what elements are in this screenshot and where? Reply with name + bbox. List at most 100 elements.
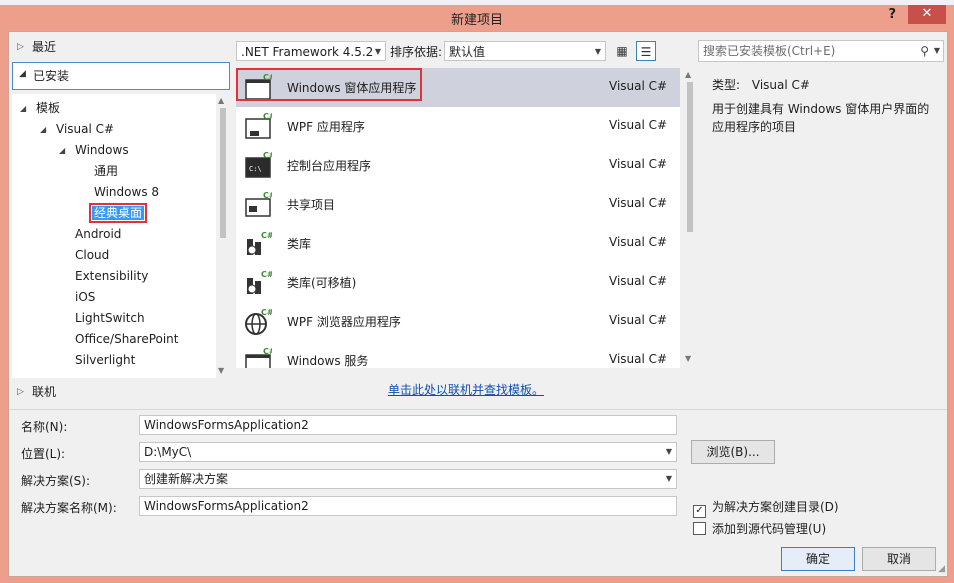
template-toolbar: .NET Framework 4.5.2 ▼ 排序依据: 默认值 ▼ ▦ ☰ 搜…: [236, 40, 944, 64]
browse-button[interactable]: 浏览(B)...: [691, 440, 775, 464]
shared-project-icon: C#: [245, 191, 272, 217]
window-title: 新建项目: [450, 13, 503, 28]
solution-dropdown[interactable]: 创建新解决方案 ▼: [139, 469, 677, 489]
framework-value: .NET Framework 4.5.2: [241, 45, 374, 59]
search-icon[interactable]: ⚲: [920, 41, 929, 61]
checkbox-unchecked-icon: [693, 522, 706, 535]
name-label: 名称(N):: [21, 420, 68, 434]
solution-name-field[interactable]: WindowsFormsApplication2: [139, 496, 677, 516]
template-item[interactable]: C# 共享项目 Visual C#: [236, 185, 680, 224]
template-item[interactable]: C# 类库 Visual C#: [236, 224, 680, 263]
sort-dropdown[interactable]: 默认值 ▼: [444, 41, 606, 61]
list-view-button[interactable]: ☰: [636, 41, 656, 61]
recent-node[interactable]: ▷ 最近: [9, 36, 231, 58]
template-language: Visual C#: [609, 157, 668, 171]
collapse-arrow-icon: ◢: [20, 104, 27, 113]
grid-view-icon: ▦: [616, 44, 628, 58]
installed-node[interactable]: ◢ 已安装: [12, 62, 230, 90]
template-tree: ◢ 模板 ◢ Visual C# ◢ Windows 通用 Windows 8 …: [12, 94, 216, 378]
tree-node-visual-csharp[interactable]: ◢ Visual C#: [40, 119, 114, 140]
chevron-down-icon[interactable]: ▼: [666, 470, 672, 488]
project-name-field[interactable]: WindowsFormsApplication2: [139, 415, 677, 435]
tree-node-android[interactable]: Android: [75, 224, 121, 245]
search-placeholder: 搜索已安装模板(Ctrl+E): [703, 44, 836, 58]
tree-node-templates[interactable]: ◢ 模板: [20, 98, 60, 119]
tree-node-classic-desktop[interactable]: 经典桌面: [88, 203, 148, 224]
search-input[interactable]: 搜索已安装模板(Ctrl+E) ⚲ ▼: [698, 40, 944, 62]
tree-node-extensibility[interactable]: Extensibility: [75, 266, 148, 287]
template-item[interactable]: C# WPF 应用程序 Visual C#: [236, 107, 680, 146]
installed-label: 已安装: [33, 69, 70, 83]
framework-dropdown[interactable]: .NET Framework 4.5.2 ▼: [236, 41, 386, 61]
template-name: WPF 浏览器应用程序: [287, 315, 401, 329]
tree-node-ios[interactable]: iOS: [75, 287, 95, 308]
list-view-icon: ☰: [640, 45, 652, 59]
chevron-down-icon[interactable]: ▼: [934, 41, 940, 61]
scroll-down-icon[interactable]: ▼: [218, 366, 224, 375]
template-item[interactable]: C# Windows 服务 Visual C#: [236, 341, 680, 368]
template-list-scrollbar[interactable]: ▲ ▼: [682, 68, 698, 368]
solution-label: 解决方案(S):: [21, 474, 91, 488]
template-name: 类库(可移植): [287, 276, 357, 290]
scroll-down-icon[interactable]: ▼: [685, 354, 691, 363]
svg-text:C#: C#: [263, 347, 272, 356]
template-name: 控制台应用程序: [287, 159, 372, 173]
close-button[interactable]: ✕: [908, 5, 946, 24]
source-control-checkbox[interactable]: 添加到源代码管理(U): [693, 520, 826, 537]
svg-text:C#: C#: [263, 191, 272, 200]
tree-node-office-sharepoint[interactable]: Office/SharePoint: [75, 329, 179, 350]
wpf-app-icon: C#: [245, 113, 272, 139]
online-search-link[interactable]: 单击此处以联机并查找模板。: [388, 381, 544, 398]
resize-grip-icon[interactable]: ◢: [938, 564, 945, 574]
template-language: Visual C#: [609, 235, 668, 249]
selected-tree-label: 经典桌面: [88, 203, 148, 223]
solution-name-label: 解决方案名称(M):: [21, 501, 117, 515]
template-name: Windows 服务: [287, 354, 369, 368]
svg-text:C#: C#: [263, 113, 272, 121]
tree-scrollbar[interactable]: ▲ ▼: [216, 94, 230, 378]
left-pane: ▷ 最近 ◢ 已安装 ◢ 模板 ◢ Visual C# ◢ Windows 通用…: [9, 32, 231, 409]
scroll-up-icon[interactable]: ▲: [685, 70, 691, 79]
tree-node-lightswitch[interactable]: LightSwitch: [75, 308, 145, 329]
expand-arrow-icon: ▷: [17, 42, 24, 52]
cancel-button[interactable]: 取消: [862, 547, 936, 571]
location-field[interactable]: D:\MyC\ ▼: [139, 442, 677, 462]
tree-scroll-thumb[interactable]: [220, 108, 226, 238]
sort-value: 默认值: [449, 45, 486, 59]
tree-node-windows[interactable]: ◢ Windows: [59, 140, 129, 161]
ok-button[interactable]: 确定: [781, 547, 855, 571]
tree-node-windows8[interactable]: Windows 8: [94, 182, 159, 203]
svg-text:C#: C#: [261, 231, 272, 240]
collapse-arrow-icon: ◢: [40, 125, 47, 134]
template-item[interactable]: C# Windows 窗体应用程序 Visual C#: [236, 68, 680, 107]
chevron-down-icon[interactable]: ▼: [666, 443, 672, 461]
template-language: Visual C#: [609, 118, 668, 132]
template-item[interactable]: C:\ C# 控制台应用程序 Visual C#: [236, 146, 680, 185]
create-directory-checkbox[interactable]: ✓ 为解决方案创建目录(D): [693, 498, 839, 518]
small-icons-view-button[interactable]: ▦: [612, 41, 632, 61]
svg-text:C:\: C:\: [249, 165, 262, 173]
template-language: Visual C#: [609, 196, 668, 210]
location-label: 位置(L):: [21, 447, 66, 461]
collapse-arrow-icon: ◢: [59, 146, 66, 155]
help-button[interactable]: ?: [888, 7, 896, 22]
template-scroll-thumb[interactable]: [687, 82, 693, 232]
template-item[interactable]: C# 类库(可移植) Visual C#: [236, 263, 680, 302]
svg-text:C#: C#: [261, 270, 272, 279]
chevron-down-icon: ▼: [594, 47, 601, 56]
tree-node-cloud[interactable]: Cloud: [75, 245, 109, 266]
sort-label: 排序依据:: [390, 45, 443, 59]
online-label: 联机: [32, 385, 57, 399]
template-name: 共享项目: [287, 198, 336, 212]
template-item[interactable]: C# WPF 浏览器应用程序 Visual C#: [236, 302, 680, 341]
tree-node-silverlight[interactable]: Silverlight: [75, 350, 135, 371]
online-node[interactable]: ▷ 联机: [9, 381, 231, 403]
scroll-up-icon[interactable]: ▲: [218, 96, 224, 105]
template-details: 类型: Visual C# 用于创建具有 Windows 窗体用户界面的应用程序…: [703, 68, 943, 408]
windows-service-icon: C#: [245, 347, 272, 368]
tree-node-universal[interactable]: 通用: [94, 161, 118, 182]
dialog-client: ▷ 最近 ◢ 已安装 ◢ 模板 ◢ Visual C# ◢ Windows 通用…: [8, 31, 948, 577]
template-name: 类库: [287, 237, 312, 251]
details-type-row: 类型: Visual C#: [712, 76, 810, 93]
expand-arrow-icon: ▷: [17, 387, 24, 397]
